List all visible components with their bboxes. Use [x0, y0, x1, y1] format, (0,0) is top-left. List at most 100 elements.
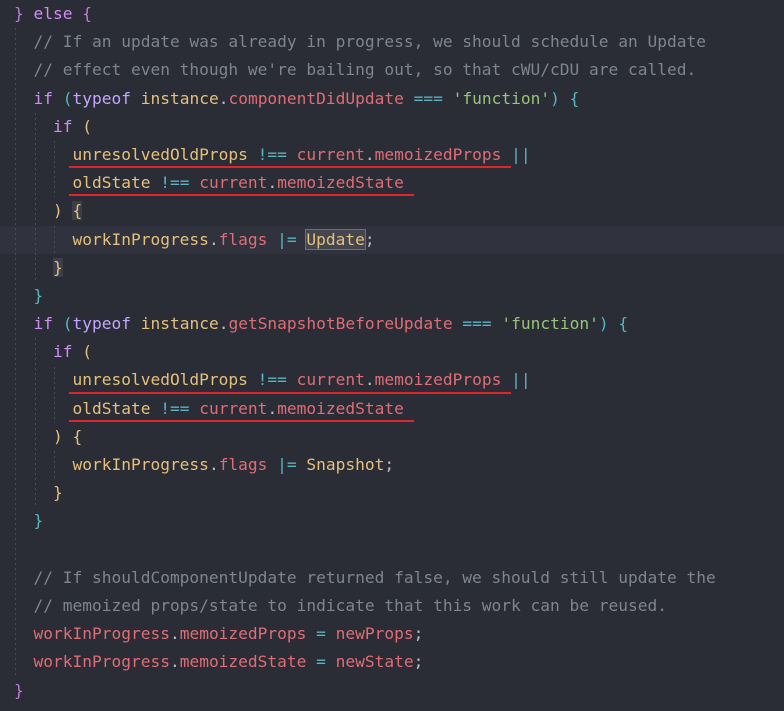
- code-area[interactable]: } else { // If an update was already in …: [0, 0, 784, 705]
- code-line[interactable]: // memoized props/state to indicate that…: [0, 592, 784, 620]
- code-line[interactable]: } else {: [0, 0, 784, 28]
- code-token: (: [82, 342, 92, 362]
- code-token: workInProgress: [33, 624, 170, 644]
- code-token: .: [208, 229, 219, 249]
- code-token: current: [296, 370, 365, 390]
- code-token: !==: [160, 173, 190, 193]
- code-line[interactable]: // effect even though we're bailing out,…: [0, 56, 784, 84]
- indent-guide: [54, 141, 55, 198]
- code-line[interactable]: ) {: [0, 197, 784, 225]
- code-token: 'function': [501, 314, 599, 334]
- code-line[interactable]: workInProgress.memoizedState = newState;: [0, 648, 784, 676]
- code-editor[interactable]: } else { // If an update was already in …: [0, 0, 784, 711]
- code-line[interactable]: }: [0, 507, 784, 535]
- code-line[interactable]: // If an update was already in progress,…: [0, 28, 784, 56]
- code-token: }: [14, 680, 24, 700]
- code-token: =: [316, 652, 326, 672]
- code-line[interactable]: }: [0, 254, 784, 282]
- code-line[interactable]: workInProgress.flags |= Snapshot;: [0, 451, 784, 479]
- code-line[interactable]: unresolvedOldProps !== current.memoizedP…: [0, 141, 784, 169]
- code-token: ): [52, 426, 63, 446]
- code-token: memoizedProps: [374, 370, 502, 390]
- code-token: !==: [257, 370, 287, 390]
- code-line[interactable]: [0, 536, 784, 564]
- code-token: oldState: [72, 398, 151, 418]
- code-line[interactable]: }: [0, 479, 784, 507]
- code-token: !==: [257, 144, 287, 164]
- code-token: // If an update was already in progress,…: [33, 32, 706, 52]
- annotation-underline: [68, 391, 512, 394]
- code-token: {: [72, 201, 83, 221]
- code-line[interactable]: if (typeof instance.componentDidUpdate =…: [0, 85, 784, 113]
- code-token: }: [52, 257, 63, 277]
- code-line[interactable]: }: [0, 282, 784, 310]
- code-line[interactable]: oldState !== current.memoizedState: [0, 395, 784, 423]
- code-token: ||: [511, 144, 531, 164]
- code-token: .: [364, 144, 375, 164]
- code-line[interactable]: workInProgress.flags |= Update;: [0, 225, 784, 254]
- code-token: {: [618, 314, 629, 334]
- code-token: .: [218, 88, 229, 108]
- code-token: newState: [335, 652, 414, 672]
- code-token: current: [199, 398, 268, 418]
- code-line[interactable]: if (typeof instance.getSnapshotBeforeUpd…: [0, 310, 784, 338]
- code-line[interactable]: ) {: [0, 423, 784, 451]
- code-token: instance: [140, 314, 219, 334]
- code-token: ;: [384, 455, 395, 474]
- code-token: }: [33, 285, 44, 305]
- code-token: !==: [160, 398, 190, 418]
- code-line[interactable]: }: [0, 677, 784, 705]
- code-line[interactable]: if (: [0, 338, 784, 366]
- code-token: if: [52, 342, 73, 362]
- code-line[interactable]: oldState !== current.memoizedState: [0, 169, 784, 197]
- code-line[interactable]: if (: [0, 113, 784, 141]
- code-token: getSnapshotBeforeUpdate: [228, 314, 453, 334]
- code-token: (: [62, 314, 73, 334]
- code-token: typeof: [72, 88, 131, 108]
- code-token: // memoized props/state to indicate that…: [33, 595, 667, 615]
- code-line[interactable]: unresolvedOldProps !== current.memoizedP…: [0, 366, 784, 394]
- code-token: workInProgress: [72, 455, 209, 474]
- indent-guide: [54, 225, 55, 254]
- code-token: (: [82, 116, 92, 136]
- code-token: (: [62, 88, 73, 108]
- code-token: {: [72, 426, 83, 446]
- code-token: // effect even though we're bailing out,…: [33, 60, 697, 80]
- code-line[interactable]: // If shouldComponentUpdate returned fal…: [0, 564, 784, 592]
- code-line[interactable]: workInProgress.memoizedProps = newProps;: [0, 620, 784, 648]
- code-token: |=: [277, 455, 297, 474]
- code-token: .: [169, 624, 180, 644]
- code-token: |=: [277, 229, 297, 249]
- code-token: memoizedState: [179, 652, 307, 672]
- code-token: ;: [413, 624, 424, 644]
- indent-guide: [54, 366, 55, 423]
